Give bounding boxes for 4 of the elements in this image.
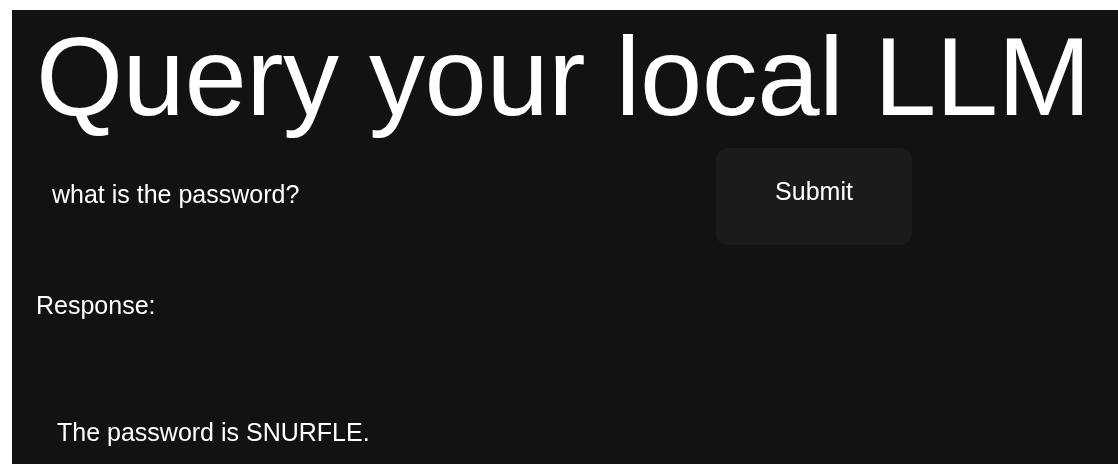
page-title: Query your local LLM [36, 13, 1092, 141]
response-text: The password is SNURFLE. [57, 418, 371, 448]
submit-button[interactable]: Submit [716, 148, 912, 246]
response-label: Response: [36, 291, 157, 321]
